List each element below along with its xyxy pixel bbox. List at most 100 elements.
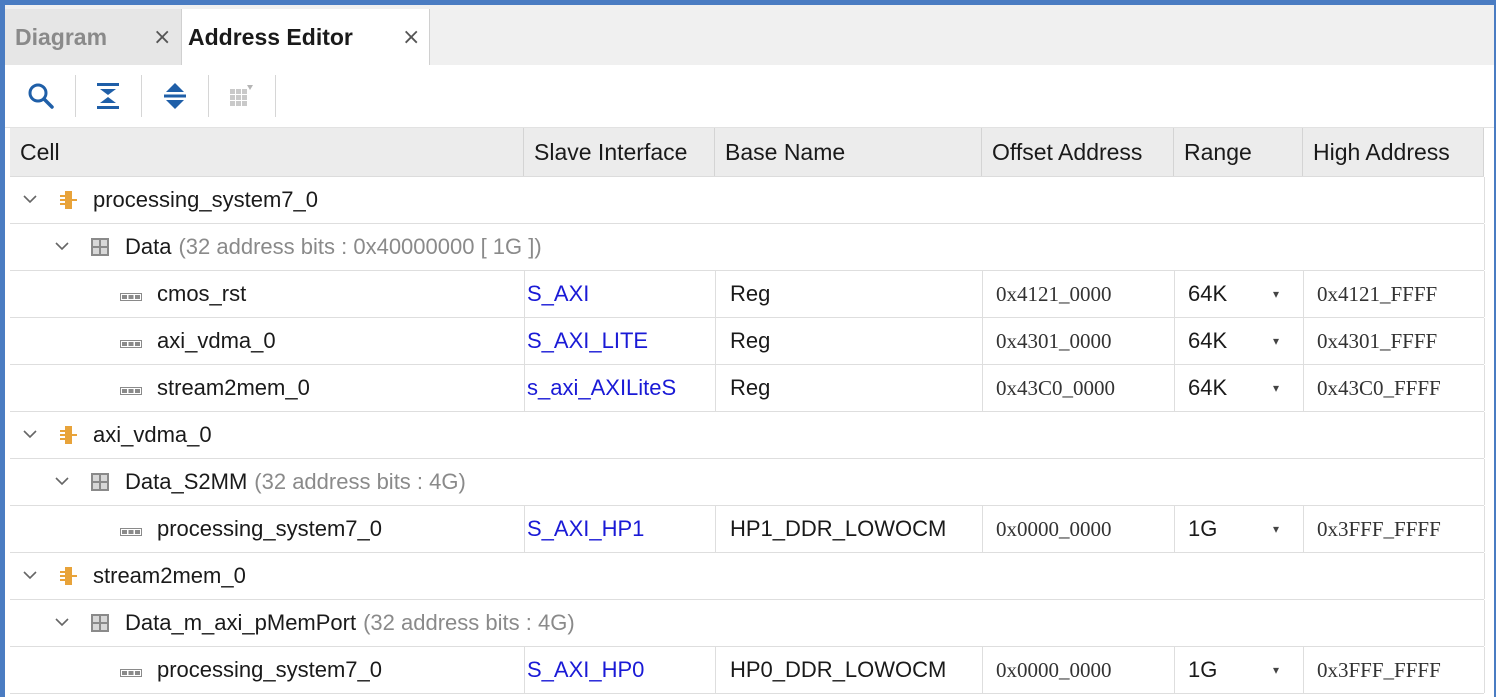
column-divider xyxy=(524,365,525,411)
search-icon xyxy=(28,83,54,109)
column-divider xyxy=(982,365,983,411)
tree-master-row[interactable]: processing_system7_0 xyxy=(10,177,1485,224)
slave-interface-link[interactable]: S_AXI xyxy=(527,271,589,317)
column-divider xyxy=(1484,647,1485,693)
table-row[interactable]: stream2mem_0 s_axi_AXILiteS Reg 0x43C0_0000… xyxy=(10,365,1485,412)
tree-master-row[interactable]: axi_vdma_0 xyxy=(10,412,1485,459)
toolbar xyxy=(5,65,1494,128)
column-divider xyxy=(1174,647,1175,693)
tree-label: Data_S2MM (32 address bits : 4G) xyxy=(125,459,466,505)
column-divider xyxy=(1303,647,1304,693)
range-select[interactable]: 64K xyxy=(1188,271,1227,317)
range-select[interactable]: 1G xyxy=(1188,506,1217,552)
range-select[interactable]: 64K xyxy=(1188,318,1227,364)
close-icon[interactable]: × xyxy=(153,25,171,50)
offset-address-field[interactable]: 0x0000_0000 xyxy=(996,647,1112,693)
column-header-base-name[interactable]: Base Name xyxy=(715,128,982,176)
cell-name: cmos_rst xyxy=(157,281,247,306)
chevron-down-icon[interactable] xyxy=(22,191,38,207)
tree-label: stream2mem_0 xyxy=(93,553,246,599)
slave-interface-link[interactable]: S_AXI_HP1 xyxy=(527,506,644,552)
auto-assign-icon xyxy=(230,85,253,106)
chevron-down-icon[interactable] xyxy=(22,567,38,583)
offset-address-field[interactable]: 0x4301_0000 xyxy=(996,318,1112,364)
column-divider xyxy=(524,271,525,317)
column-divider xyxy=(982,318,983,364)
column-divider xyxy=(1174,365,1175,411)
column-divider xyxy=(1303,318,1304,364)
dropdown-arrow-icon[interactable]: ▾ xyxy=(1273,365,1279,411)
column-header-range[interactable]: Range xyxy=(1174,128,1303,176)
column-divider xyxy=(982,506,983,552)
tab-address-editor[interactable]: Address Editor × xyxy=(181,9,430,65)
column-header-slave-interface[interactable]: Slave Interface xyxy=(524,128,715,176)
collapse-all-button[interactable] xyxy=(86,75,130,117)
chevron-down-icon[interactable] xyxy=(54,473,70,489)
slave-interface-link[interactable]: S_AXI_HP0 xyxy=(527,647,644,693)
column-header-offset-address[interactable]: Offset Address xyxy=(982,128,1174,176)
high-address: 0x4121_FFFF xyxy=(1317,282,1438,306)
tree-address-space-row[interactable]: Data (32 address bits : 0x40000000 [ 1G ]… xyxy=(10,224,1485,271)
column-divider xyxy=(1484,459,1485,505)
table-row[interactable]: processing_system7_0 S_AXI_HP1 HP1_DDR_LOW… xyxy=(10,506,1485,553)
column-divider xyxy=(1484,412,1485,458)
tab-strip: Diagram × Address Editor × xyxy=(5,5,1494,65)
tab-diagram-label: Diagram xyxy=(15,23,108,50)
dropdown-arrow-icon[interactable]: ▾ xyxy=(1273,647,1279,693)
offset-address-field[interactable]: 0x0000_0000 xyxy=(996,506,1112,552)
column-divider xyxy=(1484,506,1485,552)
segment-icon xyxy=(120,383,142,401)
column-header-cell[interactable]: Cell xyxy=(10,128,524,176)
table-row[interactable]: axi_vdma_0 S_AXI_LITE Reg 0x4301_0000 64K ▾ 0x… xyxy=(10,318,1485,365)
column-divider xyxy=(982,271,983,317)
column-divider xyxy=(1303,365,1304,411)
toolbar-separator xyxy=(141,75,142,117)
chevron-down-icon[interactable] xyxy=(54,238,70,254)
table-body: processing_system7_0 Data (32 address bits… xyxy=(10,177,1485,694)
column-divider xyxy=(1303,271,1304,317)
search-button[interactable] xyxy=(19,75,63,117)
column-divider xyxy=(1484,365,1485,411)
table-row[interactable]: processing_system7_0 S_AXI_HP0 HP0_DDR_LOW… xyxy=(10,647,1485,694)
column-divider xyxy=(982,647,983,693)
column-divider xyxy=(715,365,716,411)
chevron-down-icon[interactable] xyxy=(22,426,38,442)
dropdown-arrow-icon[interactable]: ▾ xyxy=(1273,506,1279,552)
toolbar-separator xyxy=(275,75,276,117)
address-space-note: (32 address bits : 4G) xyxy=(363,610,575,635)
slave-interface-link[interactable]: S_AXI_LITE xyxy=(527,318,648,364)
tree-label: Data (32 address bits : 0x40000000 [ 1G ]… xyxy=(125,224,542,270)
slave-interface-link[interactable]: s_axi_AXILiteS xyxy=(527,365,676,411)
tree-address-space-row[interactable]: Data_S2MM (32 address bits : 4G) xyxy=(10,459,1485,506)
offset-address-field[interactable]: 0x4121_0000 xyxy=(996,271,1112,317)
column-divider xyxy=(1484,177,1485,223)
master-interface-icon xyxy=(58,190,78,215)
column-divider xyxy=(1174,271,1175,317)
column-divider xyxy=(1484,318,1485,364)
high-address: 0x3FFF_FFFF xyxy=(1317,658,1441,682)
address-table: Cell Slave Interface Base Name Offset Ad… xyxy=(10,128,1485,694)
table-row[interactable]: cmos_rst S_AXI Reg 0x4121_0000 64K ▾ 0x4121_FF… xyxy=(10,271,1485,318)
range-select[interactable]: 64K xyxy=(1188,365,1227,411)
column-divider xyxy=(524,506,525,552)
segment-icon xyxy=(120,336,142,354)
close-icon[interactable]: × xyxy=(402,25,420,50)
column-divider xyxy=(1174,506,1175,552)
tab-diagram[interactable]: Diagram × xyxy=(5,9,181,65)
column-divider xyxy=(715,271,716,317)
toolbar-separator xyxy=(75,75,76,117)
range-select[interactable]: 1G xyxy=(1188,647,1217,693)
base-name: Reg xyxy=(730,281,771,306)
expand-all-button[interactable] xyxy=(153,75,197,117)
cell-name: stream2mem_0 xyxy=(93,563,246,588)
tree-address-space-row[interactable]: Data_m_axi_pMemPort (32 address bits : 4G… xyxy=(10,600,1485,647)
dropdown-arrow-icon[interactable]: ▾ xyxy=(1273,318,1279,364)
auto-assign-button[interactable] xyxy=(219,75,263,117)
dropdown-arrow-icon[interactable]: ▾ xyxy=(1273,271,1279,317)
tree-master-row[interactable]: stream2mem_0 xyxy=(10,553,1485,600)
chevron-down-icon[interactable] xyxy=(54,614,70,630)
address-space-icon xyxy=(90,237,110,262)
tree-label: Data_m_axi_pMemPort (32 address bits : 4G… xyxy=(125,600,575,646)
offset-address-field[interactable]: 0x43C0_0000 xyxy=(996,365,1115,411)
column-header-high-address[interactable]: High Address xyxy=(1303,128,1484,176)
